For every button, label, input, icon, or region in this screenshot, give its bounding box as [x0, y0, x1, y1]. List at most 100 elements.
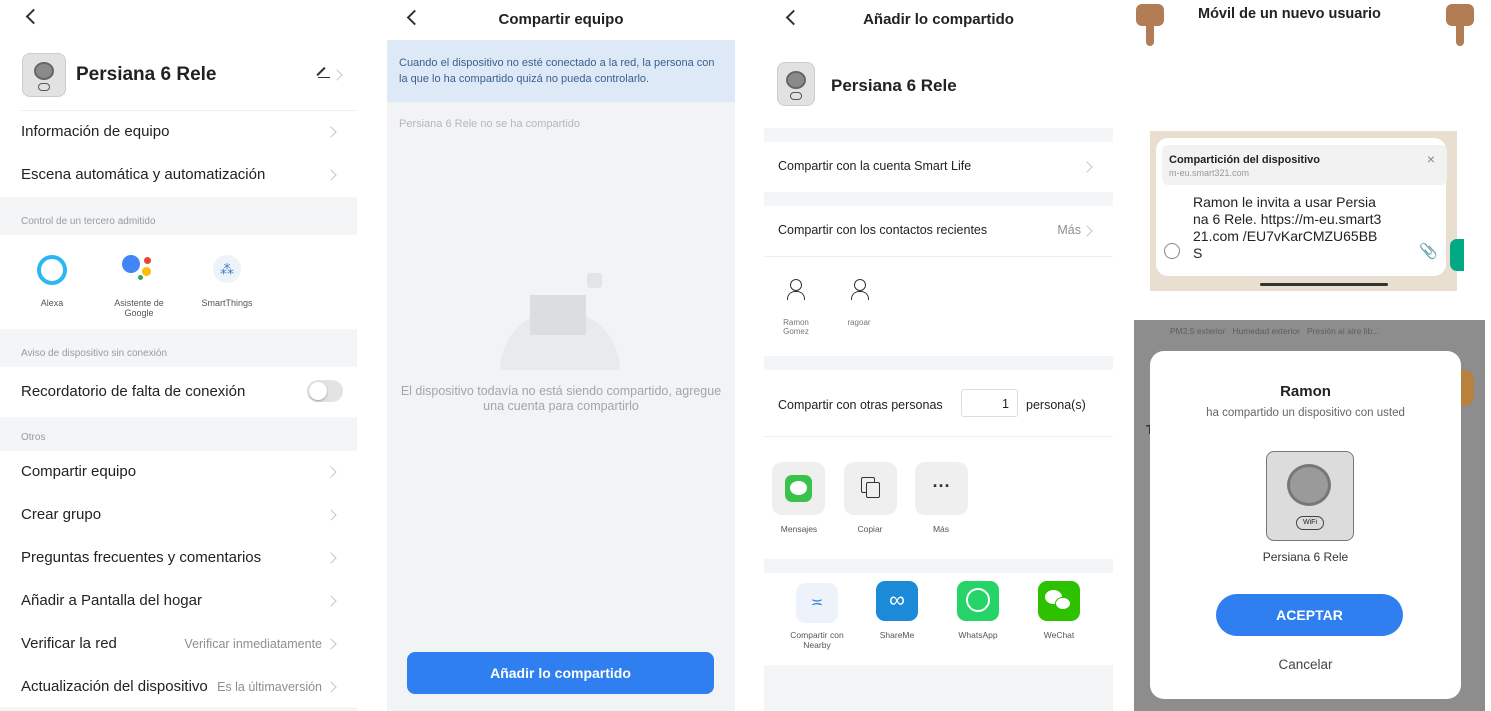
row-add-home-screen[interactable]: Añadir a Pantalla del hogar: [0, 580, 357, 623]
chevron-right-icon: [325, 595, 337, 607]
row-label: Información de equipo: [21, 123, 170, 140]
app-label: ShareMe: [879, 630, 915, 640]
add-share-panel: Añadir lo compartido Persiana 6 Rele Com…: [764, 0, 1113, 711]
smartthings-label: SmartThings: [201, 298, 253, 308]
preview-domain: m-eu.smart321.com: [1169, 168, 1250, 178]
section-title: Otros: [21, 432, 46, 443]
row-create-group[interactable]: Crear grupo: [0, 494, 357, 537]
wechat-icon[interactable]: [1038, 581, 1080, 621]
emoji-icon[interactable]: [1164, 243, 1180, 259]
section-header: Otros: [0, 417, 357, 451]
empty-box-illustration: [492, 265, 627, 370]
offline-notice: Cuando el dispositivo no esté conectado …: [387, 40, 735, 102]
chevron-right-icon: [325, 552, 337, 564]
sharer-name: Ramon: [1280, 383, 1331, 400]
row-faq[interactable]: Preguntas frecuentes y comentarios: [0, 537, 357, 580]
attach-icon[interactable]: 📎: [1419, 242, 1438, 260]
device-icon: [777, 62, 815, 106]
send-button[interactable]: [1450, 239, 1464, 271]
more-link[interactable]: Más: [1057, 223, 1081, 237]
messages-button[interactable]: [772, 462, 825, 515]
device-settings-panel: Persiana 6 Rele Información de equipo Es…: [0, 0, 357, 711]
app-label: Copiar: [857, 524, 883, 534]
device-image: WiFi: [1266, 451, 1354, 541]
person-icon[interactable]: [851, 279, 869, 300]
google-assistant-icon[interactable]: [122, 253, 156, 283]
add-share-button[interactable]: Añadir lo compartido: [407, 652, 714, 694]
bg-weather-labels: PM2.5 exterior Humedad exterior Presión …: [1170, 326, 1380, 336]
device-icon: [22, 53, 66, 97]
contact-name: ragoar: [847, 318, 871, 327]
dialog-subtitle: ha compartido un dispositivo con usted: [1206, 407, 1405, 419]
row-label: Compartir con los contactos recientes: [778, 223, 988, 237]
app-label: WhatsApp: [958, 630, 998, 640]
copy-button[interactable]: [844, 462, 897, 515]
row-label: Verificar la red: [21, 635, 117, 652]
app-label: Compartir con Nearby: [790, 630, 844, 650]
divider: [764, 256, 1113, 257]
section-gap: [764, 128, 1113, 142]
message-text: Ramon le invita a usar Persiana 6 Rele. …: [1193, 194, 1382, 261]
close-icon[interactable]: ×: [1427, 151, 1435, 167]
nearby-icon[interactable]: ≍: [796, 583, 838, 623]
accept-button[interactable]: ACEPTAR: [1216, 594, 1403, 636]
row-share-account[interactable]: Compartir con la cuenta Smart Life: [764, 142, 1113, 192]
person-icon[interactable]: [787, 279, 805, 300]
page-title: Añadir lo compartido: [863, 11, 1014, 28]
messages-icon: [785, 475, 812, 502]
dialog-device-name: Persiana 6 Rele: [1262, 550, 1349, 564]
app-label: Mensajes: [780, 524, 818, 534]
cancel-button[interactable]: Cancelar: [1150, 657, 1461, 672]
row-check-network[interactable]: Verificar la red Verificar inmediatamente: [0, 623, 357, 666]
row-label: Actualización del dispositivo: [21, 678, 208, 695]
contact-name: Ramon Gomez: [783, 318, 809, 336]
message-bubble: Compartición del dispositivo m-eu.smart3…: [1156, 138, 1447, 276]
chevron-right-icon: [325, 638, 337, 650]
row-value: Verificar inmediatamente: [184, 637, 322, 651]
section-gap: [764, 356, 1113, 370]
alexa-icon[interactable]: [37, 255, 67, 285]
row-firmware-update[interactable]: Actualización del dispositivo Es la últim…: [0, 666, 357, 709]
row-device-info[interactable]: Información de equipo: [0, 111, 357, 154]
row-label: Compartir con la cuenta Smart Life: [778, 159, 972, 173]
chevron-right-icon: [325, 681, 337, 693]
edit-icon[interactable]: [316, 66, 330, 78]
pointing-hand-icon: [1136, 4, 1164, 46]
notice-text: Cuando el dispositivo no esté conectado …: [399, 57, 715, 85]
device-name: Persiana 6 Rele: [831, 76, 957, 95]
offline-toggle[interactable]: [307, 380, 343, 402]
back-icon[interactable]: [25, 8, 42, 25]
more-icon: ···: [932, 476, 951, 496]
shareme-icon[interactable]: ∞: [876, 581, 918, 621]
pointing-hand-icon: [1446, 4, 1474, 46]
share-device-panel: Compartir equipo Cuando el dispositivo n…: [387, 0, 735, 711]
chevron-right-icon: [325, 169, 337, 181]
third-party-row: Alexa Asistente de Google ⁂ SmartThings: [0, 235, 357, 329]
smartthings-icon[interactable]: ⁂: [213, 255, 241, 283]
google-assistant-label: Asistente de Google: [114, 298, 164, 318]
chevron-right-icon: [325, 466, 337, 478]
alexa-label: Alexa: [40, 298, 64, 308]
row-label: Añadir a Pantalla del hogar: [21, 592, 202, 609]
app-label: Más: [932, 524, 950, 534]
row-share-device[interactable]: Compartir equipo: [0, 451, 357, 494]
new-user-panel: Móvil de un nuevo usuario Compartición d…: [1134, 0, 1491, 711]
persons-count-input[interactable]: 1: [961, 389, 1018, 417]
section-gap: [764, 192, 1113, 206]
row-automation[interactable]: Escena automática y automatización: [0, 154, 357, 197]
divider: [764, 436, 1113, 437]
bottom-divider: [0, 707, 357, 711]
row-share-recent[interactable]: Compartir con los contactos recientes Más: [764, 206, 1113, 256]
row-label: Compartir equipo: [21, 463, 137, 480]
link-preview[interactable]: Compartición del dispositivo m-eu.smart3…: [1162, 145, 1447, 185]
row-label: Preguntas frecuentes y comentarios: [21, 549, 262, 566]
section-header: Aviso de dispositivo sin conexión: [0, 329, 357, 367]
empty-message: El dispositivo todavía no está siendo co…: [400, 384, 722, 413]
row-label: Escena automática y automatización: [21, 166, 266, 183]
chat-screenshot: Compartición del dispositivo m-eu.smart3…: [1150, 131, 1464, 291]
page-title: Compartir equipo: [498, 11, 624, 28]
whatsapp-icon[interactable]: [957, 581, 999, 621]
section-title: Aviso de dispositivo sin conexión: [21, 348, 168, 359]
share-dialog: Ramon ha compartido un dispositivo con u…: [1150, 351, 1461, 699]
more-button[interactable]: ···: [915, 462, 968, 515]
